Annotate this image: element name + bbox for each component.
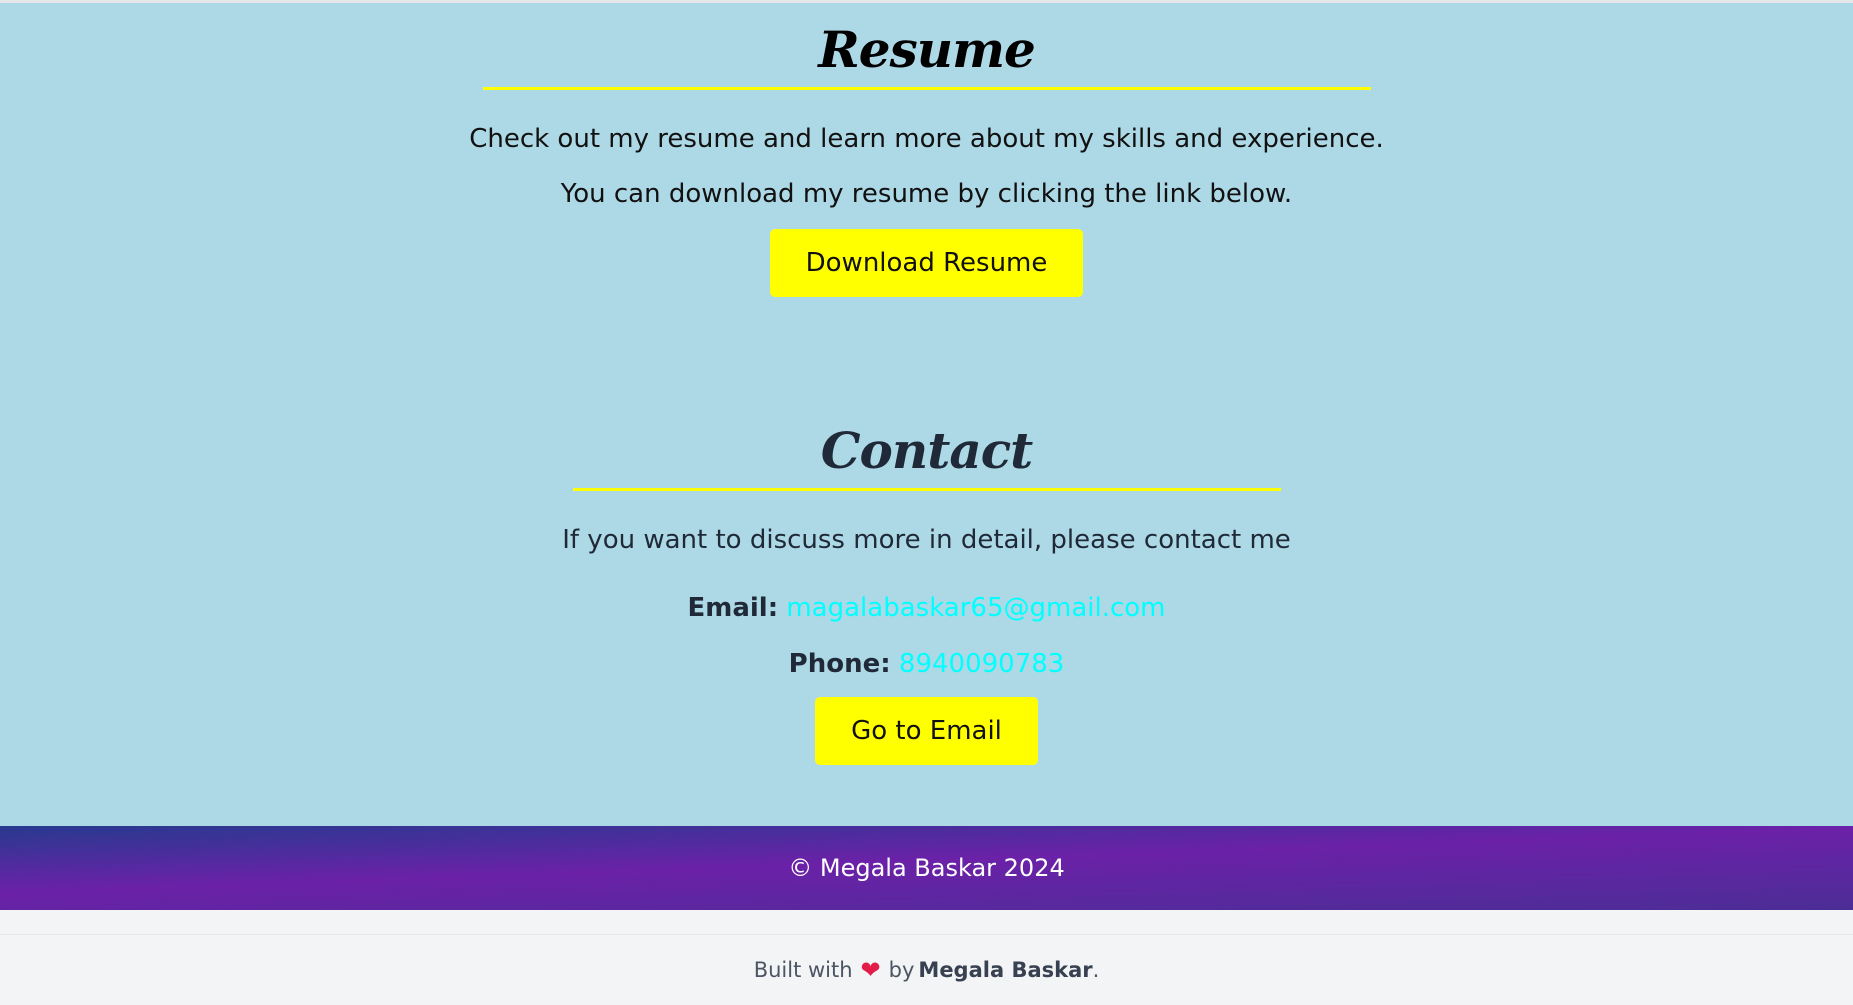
built-author: Megala Baskar <box>918 958 1093 982</box>
built-suffix: . <box>1092 958 1100 982</box>
built-by-text: by <box>888 958 915 982</box>
email-link[interactable]: magalabaskar65@gmail.com <box>786 593 1165 623</box>
phone-label: Phone: <box>788 649 891 679</box>
phone-row: Phone: 8940090783 <box>0 651 1853 677</box>
site-footer: © Megala Baskar 2024 <box>0 826 1853 910</box>
built-with-text: Built with <box>753 958 853 982</box>
download-resume-button[interactable]: Download Resume <box>769 229 1084 297</box>
email-row: Email: magalabaskar65@gmail.com <box>0 595 1853 621</box>
footer-gap <box>0 910 1853 935</box>
footer-copyright: © Megala Baskar 2024 <box>788 854 1065 882</box>
contact-title: Contact <box>820 421 1034 480</box>
contact-title-underline <box>572 488 1281 491</box>
contact-intro: If you want to discuss more in detail, p… <box>562 525 1291 555</box>
heart-icon: ❤ <box>860 956 881 984</box>
main-content: Resume Check out my resume and learn mor… <box>0 3 1853 826</box>
resume-section: Resume Check out my resume and learn mor… <box>0 25 1853 297</box>
go-to-email-button[interactable]: Go to Email <box>815 697 1038 765</box>
phone-link[interactable]: 8940090783 <box>899 649 1064 679</box>
resume-download-hint: You can download my resume by clicking t… <box>560 179 1293 209</box>
resume-title-underline <box>482 87 1371 90</box>
built-with-bar: Built with ❤ by Megala Baskar. <box>0 935 1853 1005</box>
email-label: Email: <box>687 593 779 623</box>
resume-description: Check out my resume and learn more about… <box>469 124 1384 154</box>
contact-section: Contact If you want to discuss more in d… <box>0 426 1853 765</box>
resume-title: Resume <box>818 20 1036 79</box>
